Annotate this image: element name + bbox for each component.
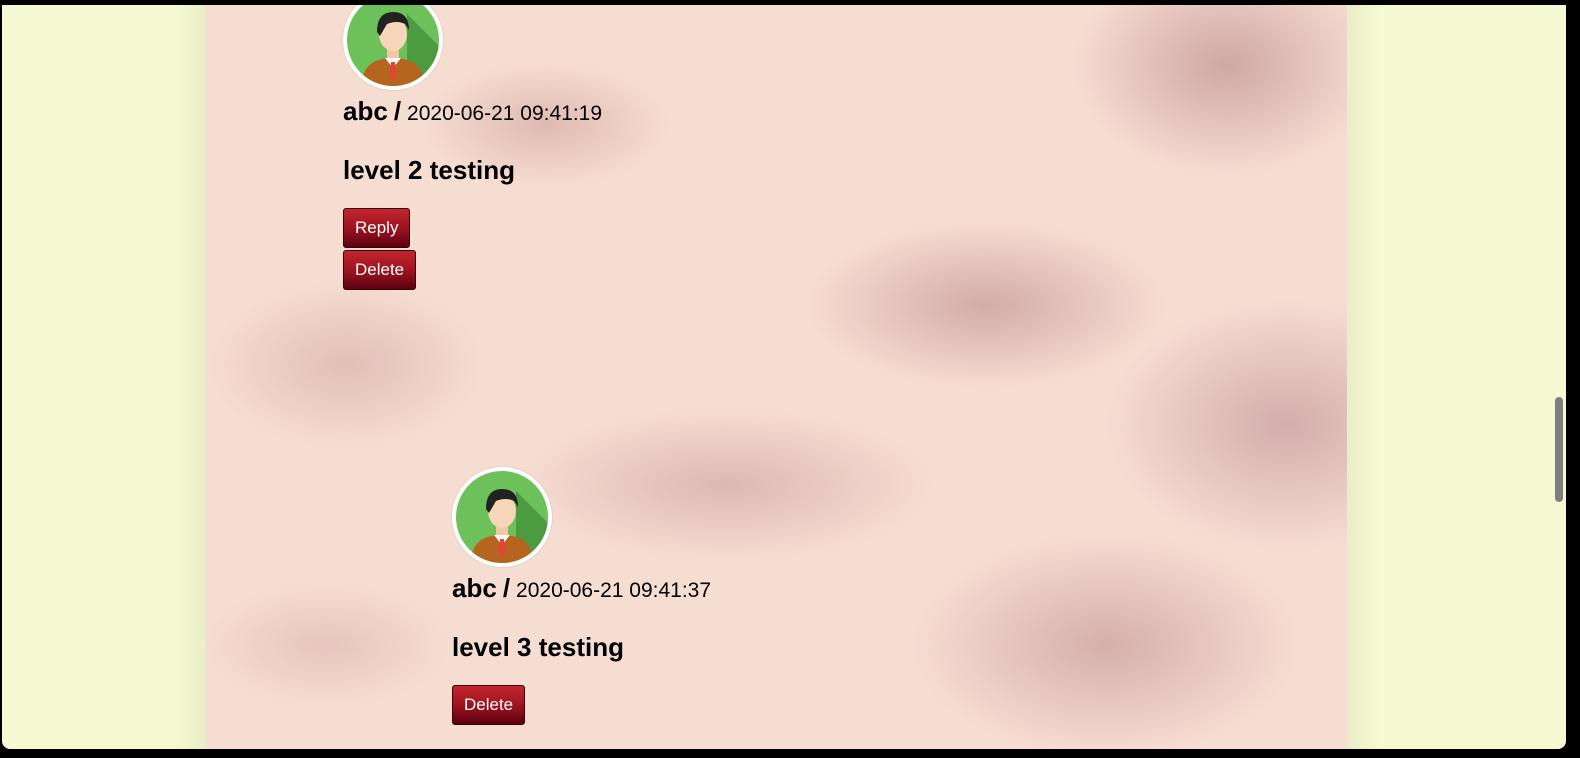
- delete-button[interactable]: Delete: [452, 685, 526, 725]
- page-viewport: abc/2020-06-21 09:41:19 level 2 testing …: [2, 5, 1566, 749]
- reply-button[interactable]: Reply: [343, 208, 411, 248]
- comment-timestamp: 2020-06-21 09:41:37: [516, 579, 712, 602]
- avatar: [452, 467, 552, 567]
- comment-level-2: abc/2020-06-21 09:41:19 level 2 testing …: [343, 5, 602, 290]
- vertical-scrollbar[interactable]: [1552, 5, 1566, 749]
- meta-separator: /: [502, 573, 511, 603]
- scrollbar-thumb[interactable]: [1555, 397, 1563, 502]
- meta-separator: /: [393, 96, 402, 126]
- comment-author: abc: [452, 573, 497, 603]
- browser-window: abc/2020-06-21 09:41:19 level 2 testing …: [0, 0, 1580, 758]
- comment-author: abc: [343, 96, 388, 126]
- delete-button[interactable]: Delete: [343, 250, 417, 290]
- comment-level-3: abc/2020-06-21 09:41:37 level 3 testing …: [452, 467, 711, 725]
- right-side-shadow: [1346, 5, 1380, 749]
- comment-text: level 2 testing: [343, 155, 515, 185]
- avatar: [343, 5, 443, 90]
- comment-timestamp: 2020-06-21 09:41:19: [407, 102, 603, 125]
- comment-text: level 3 testing: [452, 632, 624, 662]
- left-side-shadow: [174, 5, 208, 749]
- comments-panel: abc/2020-06-21 09:41:19 level 2 testing …: [206, 5, 1347, 749]
